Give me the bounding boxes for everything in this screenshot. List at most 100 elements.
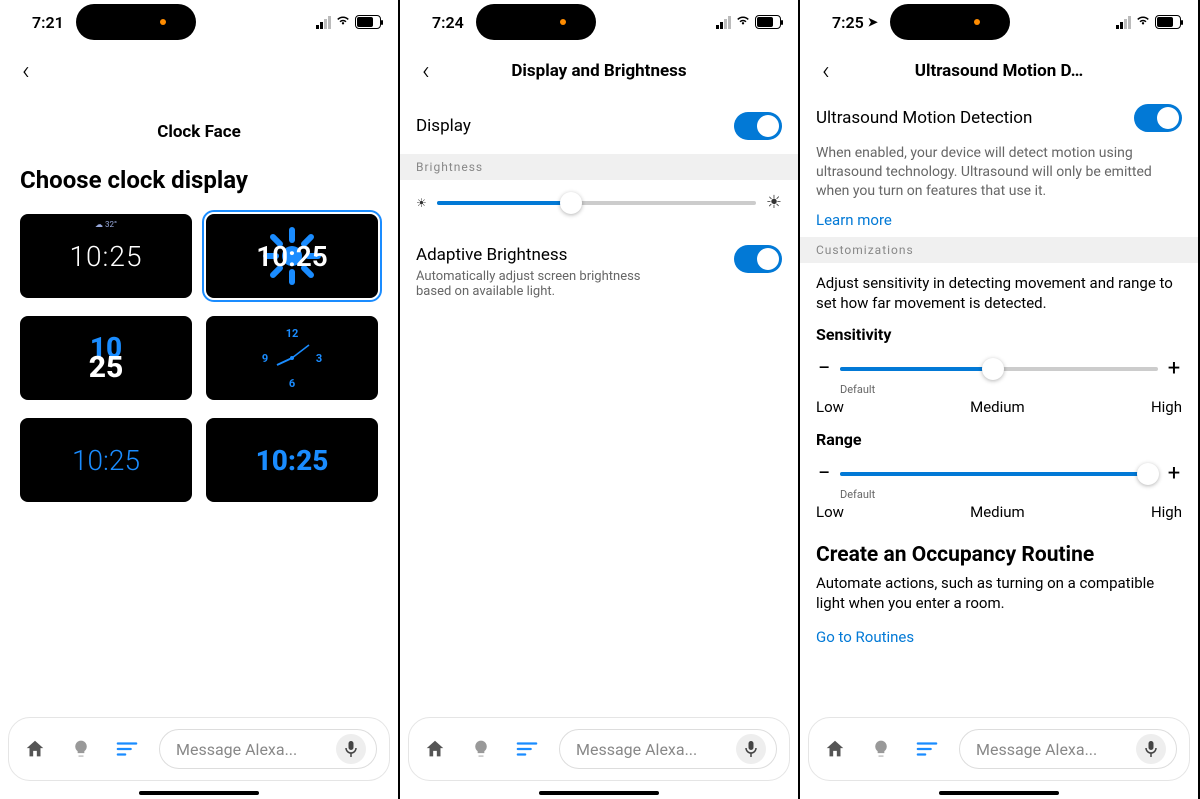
message-input[interactable]: Message Alexa... <box>559 729 777 769</box>
signal-icon <box>316 16 331 29</box>
analog-clock-icon: 12 3 6 9 <box>259 325 325 391</box>
status-bar: 7:21 71 <box>0 0 398 44</box>
back-button[interactable]: ‹ <box>416 52 436 90</box>
message-placeholder: Message Alexa... <box>576 740 697 759</box>
brightness-section-label: Brightness <box>400 154 798 180</box>
svg-text:12: 12 <box>286 327 299 340</box>
status-time: 7:21 <box>32 13 64 32</box>
svg-text:6: 6 <box>289 377 295 390</box>
routine-heading: Create an Occupancy Routine <box>800 529 1198 571</box>
menu-icon[interactable] <box>913 740 941 758</box>
brightness-high-icon: ☀ <box>766 192 782 213</box>
message-placeholder: Message Alexa... <box>176 740 297 759</box>
page-title: Clock Face <box>16 122 382 142</box>
sensitivity-slider[interactable] <box>840 367 1158 371</box>
dynamic-island <box>76 4 196 40</box>
bottom-dock: Message Alexa... <box>808 717 1190 781</box>
panel-display-brightness: 7:24 70 ‹ Display and Brightness Display… <box>400 0 800 799</box>
home-indicator <box>939 791 1059 795</box>
page-title: Display and Brightness <box>400 61 798 81</box>
brightness-slider-row: ☀ ☀ <box>400 180 798 231</box>
range-scale: Low Medium High <box>800 501 1198 529</box>
clock-tile-sun[interactable]: 10:25 <box>206 214 378 298</box>
range-row: − + Default <box>800 451 1198 501</box>
ultrasound-desc: When enabled, your device will detect mo… <box>800 138 1198 203</box>
ultrasound-row: Ultrasound Motion Detection <box>800 98 1198 138</box>
dynamic-island <box>476 4 596 40</box>
clock-tile-weather[interactable]: ☁ 32° 10:25 <box>20 214 192 298</box>
wifi-icon <box>335 14 351 30</box>
customizations-desc: Adjust sensitivity in detecting movement… <box>800 263 1198 320</box>
minus-icon[interactable]: − <box>816 461 832 486</box>
adaptive-desc: Automatically adjust screen brightness b… <box>416 269 676 299</box>
panel-clock-face: 7:21 71 ‹ Clock Face Choose clock displa… <box>0 0 400 799</box>
status-bar: 7:25 ➤ 70 <box>800 0 1198 44</box>
battery-icon <box>755 15 781 29</box>
clock-face-grid: ☁ 32° 10:25 10:25 10 25 <box>0 214 398 502</box>
clock-tile-stacked[interactable]: 10 25 <box>20 316 192 400</box>
signal-icon <box>716 16 731 29</box>
clock-tile-thin[interactable]: 10:25 <box>20 418 192 502</box>
home-icon[interactable] <box>21 738 49 760</box>
svg-text:9: 9 <box>262 352 268 365</box>
home-icon[interactable] <box>821 738 849 760</box>
back-button[interactable]: ‹ <box>816 52 836 90</box>
go-routines-link[interactable]: Go to Routines <box>800 620 930 654</box>
status-bar: 7:24 70 <box>400 0 798 44</box>
range-slider[interactable] <box>840 472 1158 476</box>
sensitivity-default-label: Default <box>840 383 1182 396</box>
adaptive-row: Adaptive Brightness Automatically adjust… <box>400 231 798 313</box>
battery-icon <box>355 15 381 29</box>
home-icon[interactable] <box>421 738 449 760</box>
bulb-icon[interactable] <box>467 738 495 760</box>
menu-icon[interactable] <box>113 740 141 758</box>
bulb-icon[interactable] <box>67 738 95 760</box>
customizations-label: Customizations <box>800 237 1198 263</box>
plus-icon[interactable]: + <box>1166 461 1182 486</box>
range-default-label: Default <box>840 488 1182 501</box>
home-indicator <box>539 791 659 795</box>
wifi-icon <box>735 14 751 30</box>
battery-icon <box>1155 15 1181 29</box>
menu-icon[interactable] <box>513 740 541 758</box>
bottom-dock: Message Alexa... <box>408 717 790 781</box>
clock-tile-bold[interactable]: 10:25 <box>206 418 378 502</box>
brightness-low-icon: ☀ <box>416 196 427 210</box>
display-label: Display <box>416 116 471 136</box>
home-indicator <box>139 791 259 795</box>
location-icon: ➤ <box>868 15 878 29</box>
section-heading: Choose clock display <box>20 166 378 194</box>
bottom-dock: Message Alexa... <box>8 717 390 781</box>
brightness-slider[interactable] <box>437 201 756 205</box>
dynamic-island <box>890 4 1010 40</box>
wifi-icon <box>1135 14 1151 30</box>
signal-icon <box>1116 16 1131 29</box>
ultrasound-label: Ultrasound Motion Detection <box>816 108 1032 128</box>
ultrasound-toggle[interactable] <box>1134 104 1182 132</box>
sensitivity-row: − + Default <box>800 346 1198 396</box>
bulb-icon[interactable] <box>867 738 895 760</box>
message-input[interactable]: Message Alexa... <box>159 729 377 769</box>
message-input[interactable]: Message Alexa... <box>959 729 1177 769</box>
routine-desc: Automate actions, such as turning on a c… <box>800 571 1198 620</box>
plus-icon[interactable]: + <box>1166 356 1182 381</box>
adaptive-label: Adaptive Brightness <box>416 245 676 265</box>
svg-text:3: 3 <box>316 352 322 365</box>
mic-icon[interactable] <box>736 734 766 764</box>
panel-ultrasound: 7:25 ➤ 70 ‹ Ultrasound Motion D… Ultraso… <box>800 0 1200 799</box>
mic-icon[interactable] <box>336 734 366 764</box>
sensitivity-scale: Low Medium High <box>800 396 1198 424</box>
minus-icon[interactable]: − <box>816 356 832 381</box>
adaptive-toggle[interactable] <box>734 245 782 273</box>
message-placeholder: Message Alexa... <box>976 740 1097 759</box>
display-toggle[interactable] <box>734 112 782 140</box>
back-button[interactable]: ‹ <box>16 52 36 90</box>
range-heading: Range <box>800 424 1198 451</box>
clock-tile-analog[interactable]: 12 3 6 9 <box>206 316 378 400</box>
status-time: 7:25 <box>832 13 864 32</box>
display-row: Display <box>400 98 798 154</box>
page-title: Ultrasound Motion D… <box>800 61 1198 81</box>
status-time: 7:24 <box>432 13 464 32</box>
learn-more-link[interactable]: Learn more <box>800 203 908 237</box>
mic-icon[interactable] <box>1136 734 1166 764</box>
